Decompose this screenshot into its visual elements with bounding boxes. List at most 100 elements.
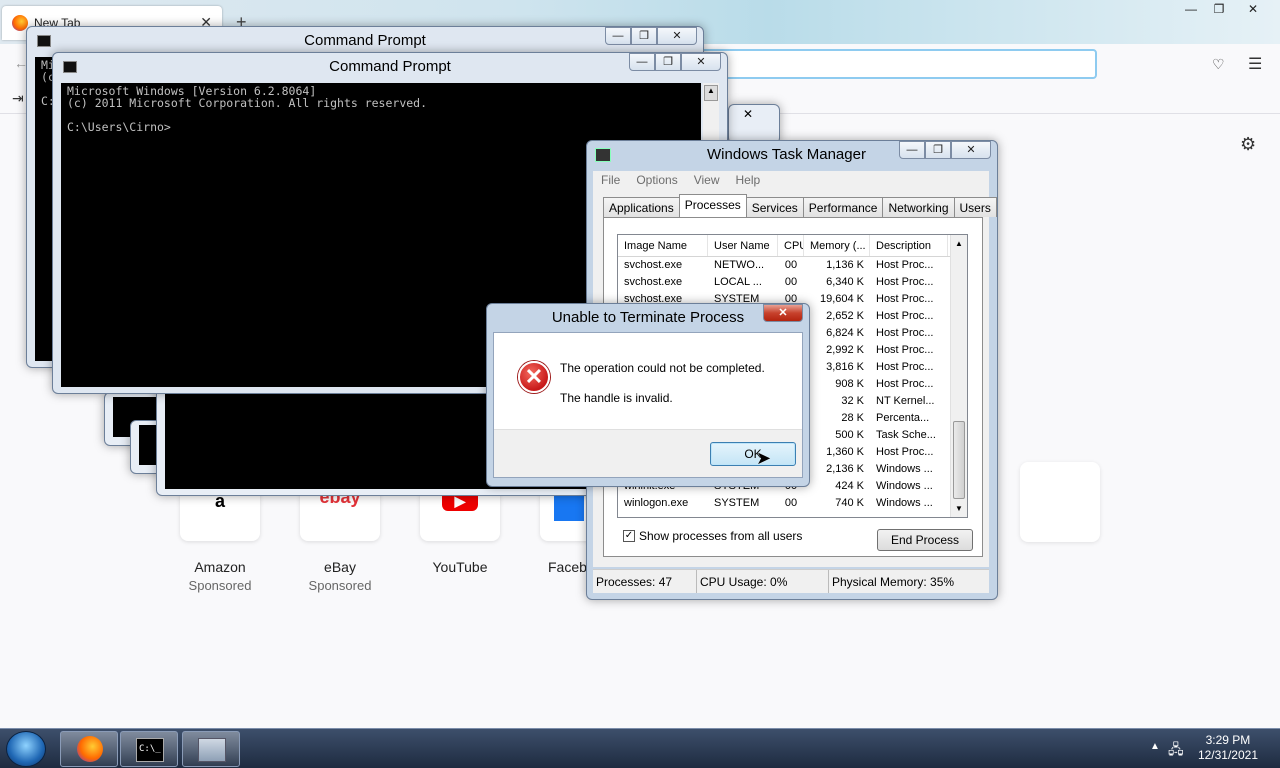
table-cell: 740 K xyxy=(835,497,864,509)
taskbar-task-manager[interactable] xyxy=(182,731,240,767)
tab-performance[interactable]: Performance xyxy=(802,197,884,217)
tab-applications[interactable]: Applications xyxy=(603,197,680,217)
dialog-close-button[interactable]: ✕ xyxy=(763,304,803,322)
scroll-thumb[interactable] xyxy=(953,421,965,499)
error-message: The operation could not be completed. xyxy=(560,361,765,375)
error-icon: ✕ xyxy=(518,361,550,393)
show-hidden-icons-icon[interactable]: ▲ xyxy=(1150,741,1160,752)
table-cell: 19,604 K xyxy=(819,293,864,305)
column-user-name[interactable]: User Name xyxy=(708,235,778,256)
window-controls: — ❐ ✕ xyxy=(605,27,697,47)
end-process-button[interactable]: End Process xyxy=(877,529,973,551)
tile-label: Amazon xyxy=(194,559,246,575)
table-cell: svchost.exe xyxy=(624,276,683,288)
error-detail: The handle is invalid. xyxy=(560,391,673,405)
scroll-down-icon[interactable]: ▼ xyxy=(955,504,963,513)
table-row[interactable]: svchost.exe NETWO... 00 1,136 K Host Proc... xyxy=(618,257,967,274)
tile-sponsored: Sponsored xyxy=(188,578,252,593)
minimize-button[interactable]: — xyxy=(899,141,925,159)
scroll-up-icon[interactable]: ▲ xyxy=(704,85,718,101)
menu-options[interactable]: Options xyxy=(628,171,685,189)
table-row[interactable]: winlogon.exe SYSTEM 00 740 K Windows ... xyxy=(618,495,967,512)
status-processes: Processes: 47 xyxy=(593,570,697,593)
maximize-button[interactable]: ❐ xyxy=(631,27,657,45)
pocket-icon[interactable]: ♡ xyxy=(1212,56,1225,73)
close-icon[interactable]: ✕ xyxy=(743,107,753,121)
url-bar[interactable] xyxy=(690,49,1097,79)
tab-services[interactable]: Services xyxy=(745,197,804,217)
table-cell: 424 K xyxy=(835,480,864,492)
dialog-controls: ✕ xyxy=(763,304,803,324)
mouse-cursor-icon: ➤ xyxy=(756,448,772,468)
tab-processes[interactable]: Processes xyxy=(678,194,747,217)
table-cell: Windows ... xyxy=(876,480,933,492)
empty-shortcut-tile[interactable] xyxy=(1020,462,1100,542)
status-memory: Physical Memory: 35% xyxy=(832,575,955,589)
table-cell: 6,824 K xyxy=(826,327,864,339)
table-cell: 00 xyxy=(784,276,798,288)
table-cell: SYSTEM xyxy=(714,497,760,509)
table-cell: 1,136 K xyxy=(826,259,864,271)
table-row[interactable]: svchost.exe LOCAL ... 00 6,340 K Host Proc..… xyxy=(618,274,967,291)
column-memory[interactable]: Memory (... xyxy=(804,235,870,256)
tab-users[interactable]: Users xyxy=(953,197,997,217)
table-cell: LOCAL ... xyxy=(714,276,762,288)
scroll-up-icon[interactable]: ▲ xyxy=(955,239,963,248)
minimize-button[interactable]: — xyxy=(605,27,631,45)
table-cell: NT Kernel... xyxy=(876,395,935,407)
start-button[interactable] xyxy=(6,731,46,767)
tile-ebay[interactable]: ebay eBay Sponsored xyxy=(300,485,380,593)
window-title: Command Prompt xyxy=(329,58,451,75)
column-description[interactable]: Description xyxy=(870,235,948,256)
gear-icon[interactable]: ⚙ xyxy=(1240,134,1256,155)
column-image-name[interactable]: Image Name xyxy=(618,235,708,256)
table-cell: 1,360 K xyxy=(826,446,864,458)
table-cell: 28 K xyxy=(841,412,864,424)
checkbox-checked-icon[interactable]: ✓ xyxy=(623,530,635,542)
window-title: Command Prompt xyxy=(304,32,426,49)
restore-icon[interactable]: ❐ xyxy=(1206,2,1232,18)
close-button[interactable]: ✕ xyxy=(951,141,991,159)
close-icon[interactable]: ✕ xyxy=(1240,2,1266,18)
menu-view[interactable]: View xyxy=(686,171,728,189)
clock[interactable]: 3:29 PM 12/31/2021 xyxy=(1198,733,1258,763)
minimize-button[interactable]: — xyxy=(629,53,655,71)
status-cpu: CPU Usage: 0% xyxy=(697,570,829,593)
sign-in-icon[interactable]: ⇥ xyxy=(12,90,24,107)
table-scrollbar[interactable]: ▲ ▼ xyxy=(950,235,967,517)
tile-youtube[interactable]: ▶ YouTube xyxy=(420,485,500,575)
table-cell: 2,136 K xyxy=(826,463,864,475)
tab-networking[interactable]: Networking xyxy=(882,197,955,217)
window-controls: — ❐ ✕ xyxy=(629,53,721,73)
tile-amazon[interactable]: a Amazon Sponsored xyxy=(180,485,260,593)
checkbox-label: Show processes from all users xyxy=(639,529,803,543)
network-icon[interactable]: 🖧 xyxy=(1168,739,1184,763)
table-cell: Host Proc... xyxy=(876,293,934,305)
close-button[interactable]: ✕ xyxy=(681,53,721,71)
tile-label: eBay xyxy=(324,559,356,575)
taskbar-command-prompt[interactable]: C:\_ xyxy=(120,731,178,767)
close-button[interactable]: ✕ xyxy=(657,27,697,45)
table-cell: 32 K xyxy=(841,395,864,407)
maximize-button[interactable]: ❐ xyxy=(655,53,681,71)
table-cell: Windows ... xyxy=(876,463,933,475)
table-cell: NETWO... xyxy=(714,259,765,271)
table-header: Image Name User Name CPU Memory (... Des… xyxy=(618,235,967,257)
stacked-window-edge: ✕ xyxy=(728,104,780,144)
hamburger-menu-icon[interactable]: ☰ xyxy=(1248,54,1262,74)
taskbar-firefox[interactable] xyxy=(60,731,118,767)
task-manager-icon xyxy=(198,738,226,762)
table-cell: 908 K xyxy=(835,378,864,390)
column-cpu[interactable]: CPU xyxy=(778,235,804,256)
menu-file[interactable]: File xyxy=(593,171,628,189)
status-bar: Processes: 47 CPU Usage: 0% Physical Mem… xyxy=(593,569,989,593)
show-all-users-checkbox[interactable]: ✓ Show processes from all users xyxy=(623,529,802,543)
table-cell: Host Proc... xyxy=(876,378,934,390)
table-cell: 2,992 K xyxy=(826,344,864,356)
tile-sponsored: Sponsored xyxy=(308,578,372,593)
minimize-icon[interactable]: — xyxy=(1178,2,1204,18)
menu-help[interactable]: Help xyxy=(728,171,769,189)
ok-button[interactable]: OK xyxy=(710,442,796,466)
task-manager-icon xyxy=(595,148,611,162)
maximize-button[interactable]: ❐ xyxy=(925,141,951,159)
